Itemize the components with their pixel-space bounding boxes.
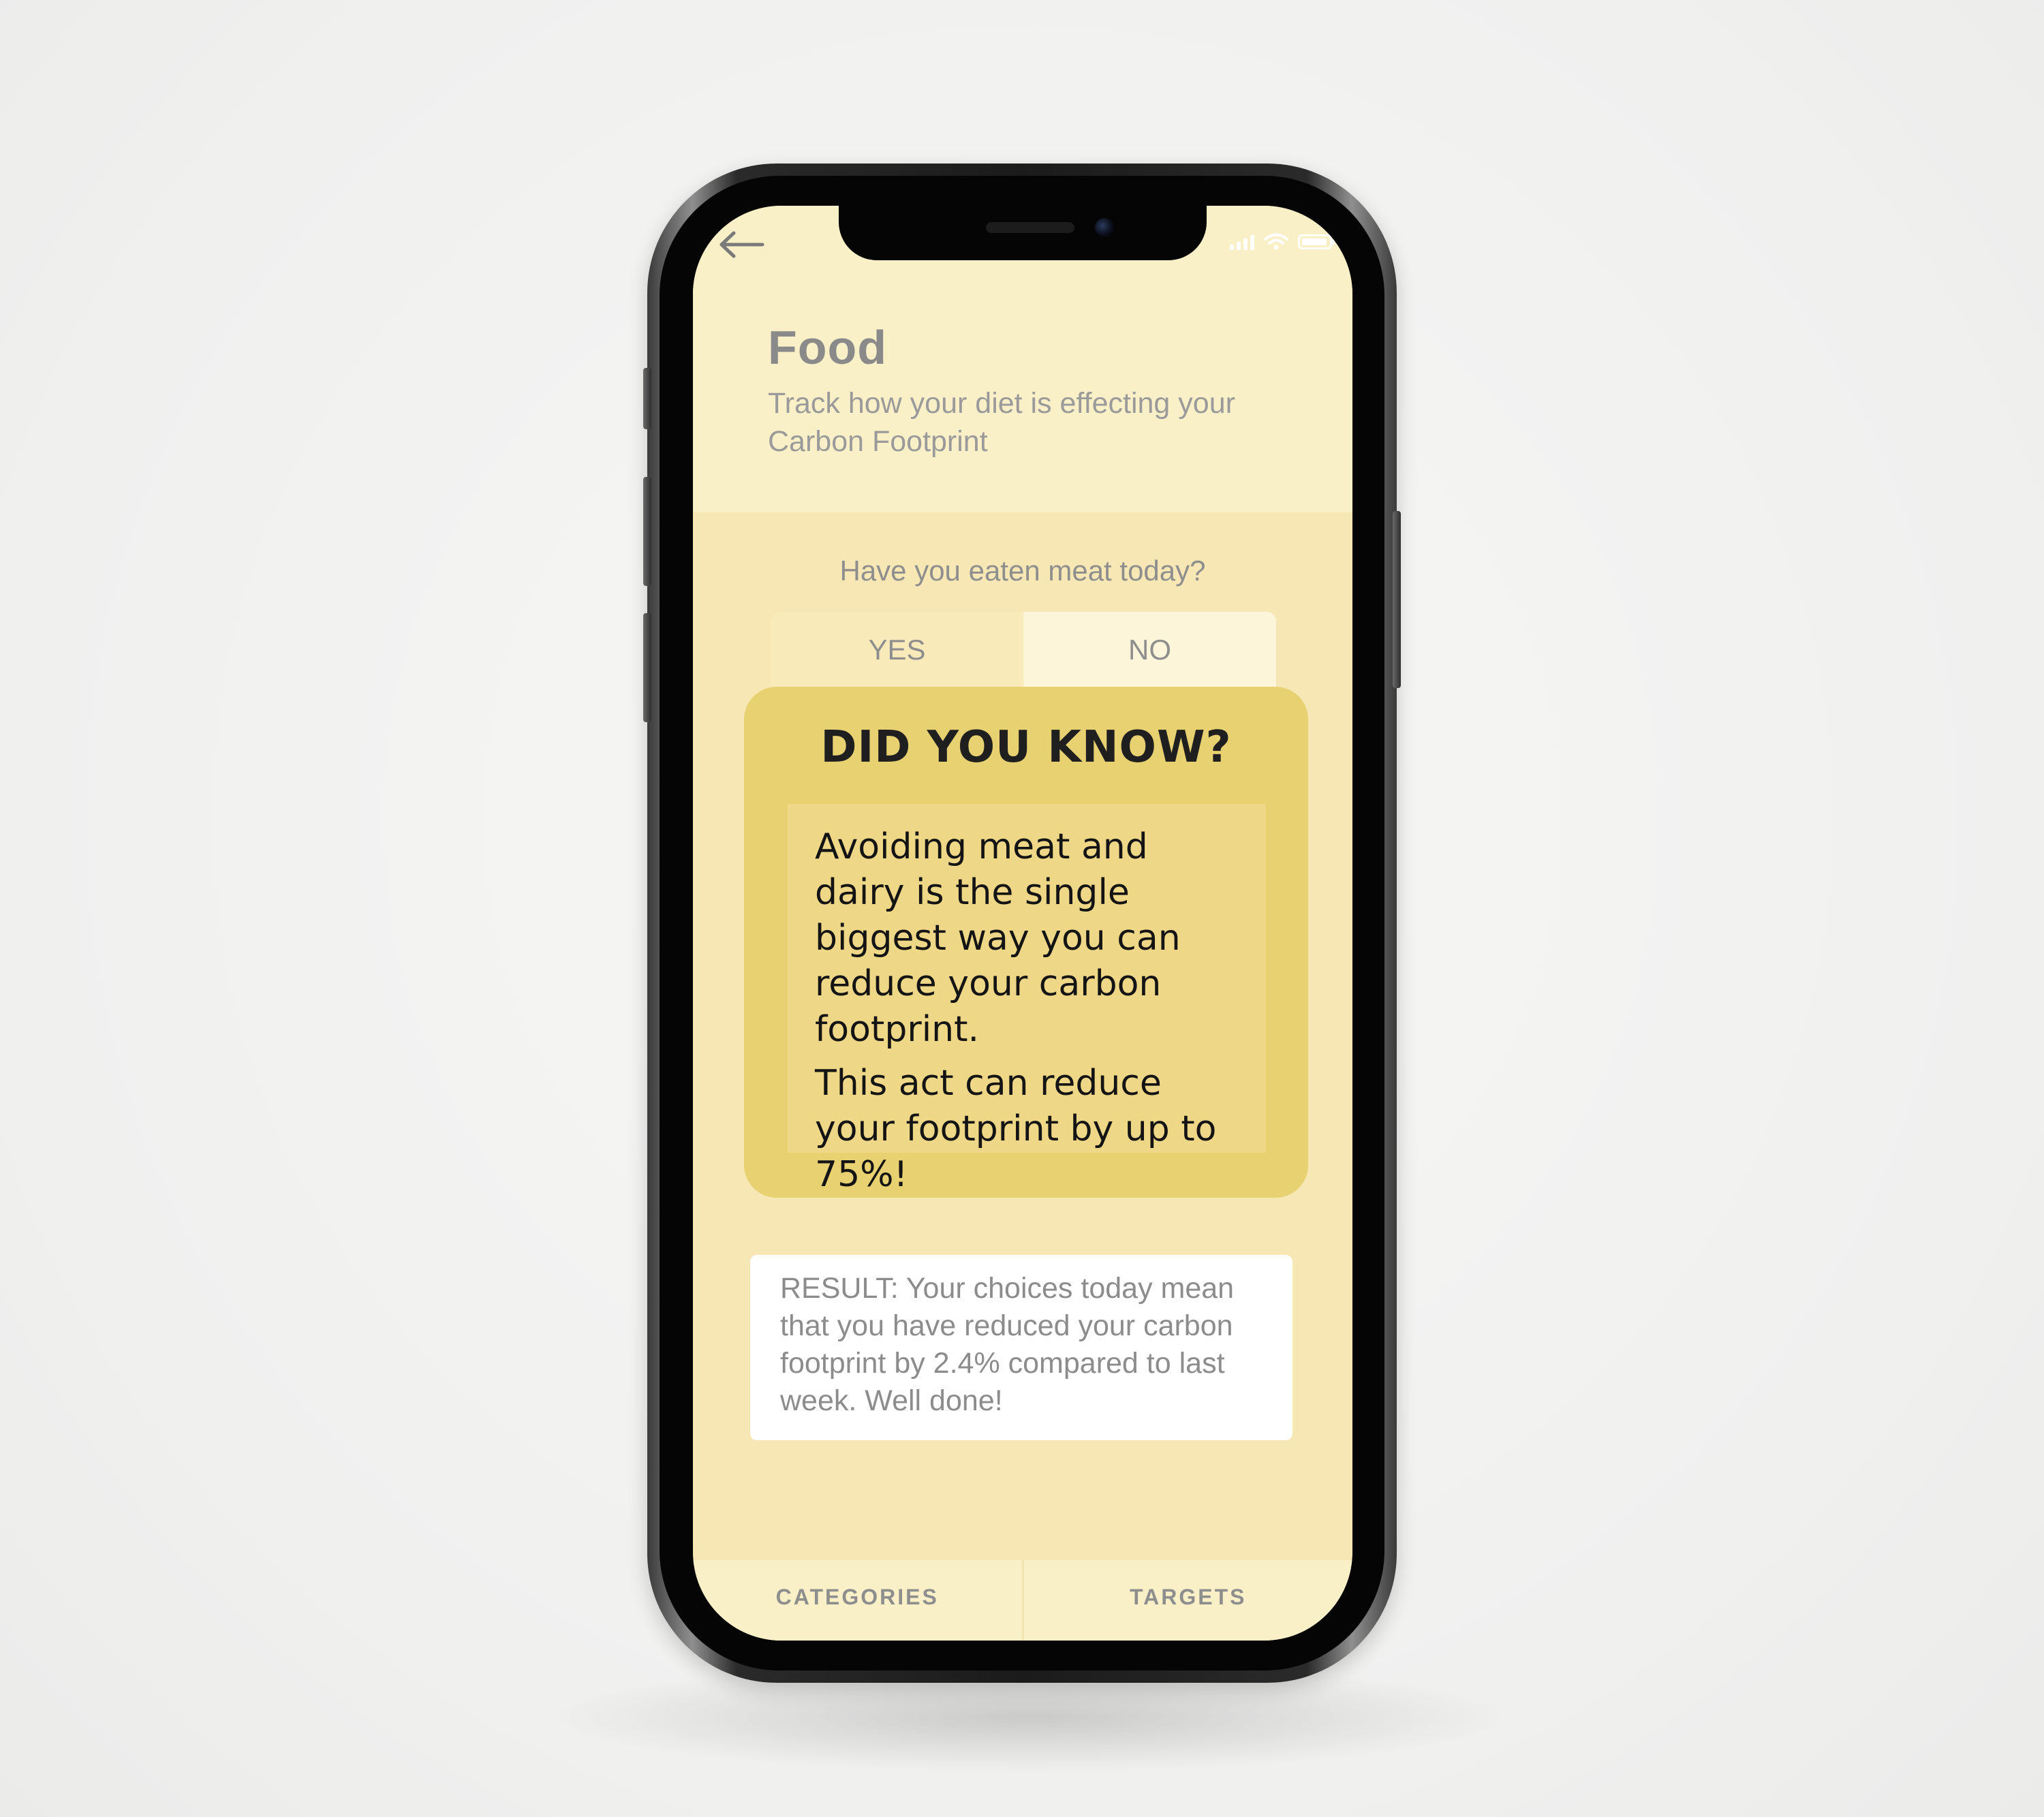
volume-down-button xyxy=(643,613,651,722)
front-camera xyxy=(1095,218,1114,237)
earpiece-speaker xyxy=(986,222,1074,233)
notch xyxy=(839,206,1207,260)
volume-up-button xyxy=(643,477,651,586)
app-screen: Food Track how your diet is effecting yo… xyxy=(693,206,1352,1641)
wifi-icon xyxy=(1264,233,1288,250)
fact-paragraph-1: Avoiding meat and dairy is the single bi… xyxy=(815,826,1181,1050)
tab-targets[interactable]: TARGETS xyxy=(1024,1560,1353,1641)
bottom-tab-bar: CATEGORIES TARGETS xyxy=(693,1560,1352,1641)
device-mockup-scene: Food Track how your diet is effecting yo… xyxy=(0,0,2044,1817)
did-you-know-title: DID YOU KNOW? xyxy=(820,722,1232,773)
yes-option-button[interactable]: YES xyxy=(771,612,1023,688)
no-option-button[interactable]: NO xyxy=(1023,612,1276,688)
power-button xyxy=(1393,511,1401,688)
page-title: Food xyxy=(768,321,888,374)
page-subtitle: Track how your diet is effecting your Ca… xyxy=(768,387,1235,458)
signal-icon xyxy=(1230,234,1254,250)
did-you-know-body: Avoiding meat and dairy is the single bi… xyxy=(788,804,1266,1195)
did-you-know-card: DID YOU KNOW? Avoiding meat and dairy is… xyxy=(744,687,1308,1198)
silent-switch xyxy=(643,368,651,429)
meat-question-label: Have you eaten meat today? xyxy=(839,555,1206,587)
tab-categories[interactable]: CATEGORIES xyxy=(693,1560,1024,1641)
status-bar-icons xyxy=(1230,232,1335,252)
back-arrow-icon[interactable] xyxy=(716,228,765,262)
result-message: RESULT: Your choices today mean that you… xyxy=(750,1255,1292,1440)
battery-icon xyxy=(1298,234,1335,249)
meat-answer-toggle: YES NO xyxy=(771,612,1276,688)
fact-paragraph-2: This act can reduce your footprint by up… xyxy=(815,1063,1217,1195)
